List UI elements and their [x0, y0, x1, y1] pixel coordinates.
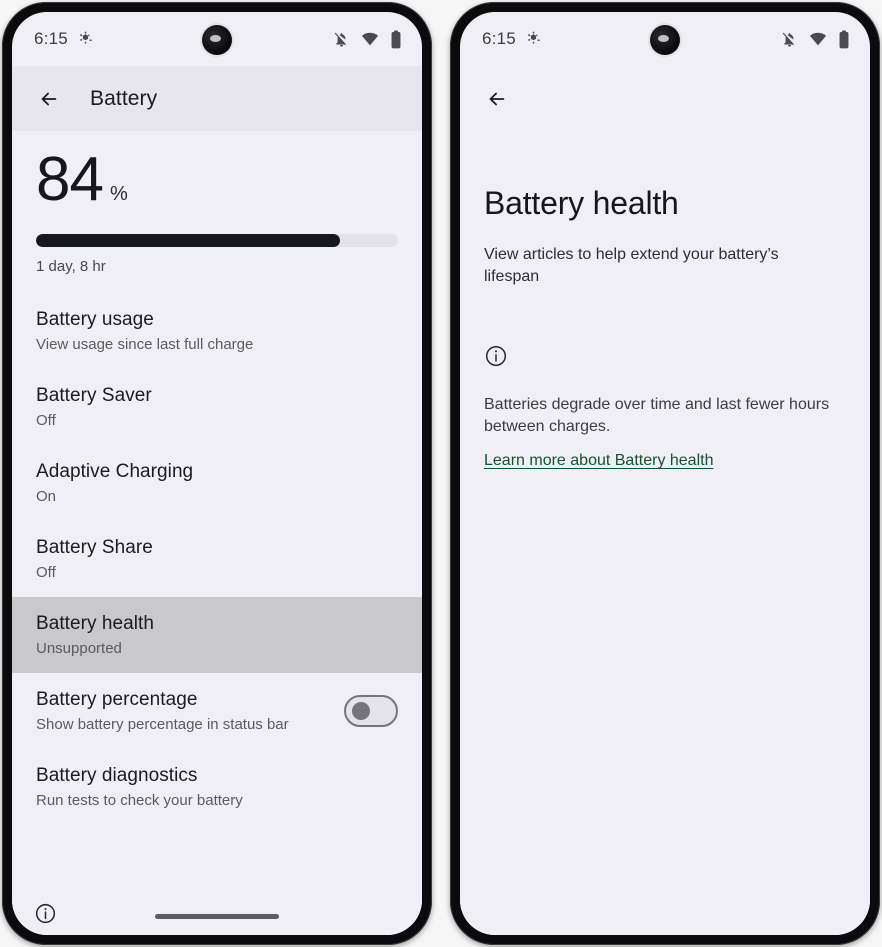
- screenshot-stage: 6:15 Battery 84 % 1 day, 8 hr Battery us…: [0, 0, 882, 947]
- battery-icon: [838, 29, 850, 49]
- bottom-bar-left: [12, 891, 422, 935]
- home-gesture-bar[interactable]: [155, 914, 279, 919]
- info-icon: [484, 344, 508, 368]
- list-item-subtitle: On: [36, 487, 57, 505]
- info-body-text: Batteries degrade over time and last few…: [484, 396, 830, 436]
- list-item[interactable]: Adaptive Charging On: [12, 445, 422, 521]
- list-item-text: Battery Share Off: [36, 537, 398, 581]
- list-item-title: Battery Saver: [36, 384, 152, 406]
- list-item[interactable]: Battery usage View usage since last full …: [12, 293, 422, 369]
- info-icon[interactable]: [34, 902, 57, 925]
- screen-battery-health: 6:15 Battery health View articles to hel…: [460, 12, 870, 935]
- wifi-icon: [809, 30, 827, 48]
- list-item-text: Adaptive Charging On: [36, 461, 398, 505]
- info-section: Batteries degrade over time and last few…: [484, 344, 846, 470]
- list-item-text: Battery usage View usage since last full …: [36, 309, 398, 353]
- app-bar-battery-health: [460, 66, 870, 131]
- battery-level-hero: 84 % 1 day, 8 hr: [12, 131, 422, 275]
- list-item-text: Battery diagnostics Run tests to check yo…: [36, 765, 398, 809]
- front-camera-icon: [650, 25, 680, 55]
- battery-progress-fill: [36, 234, 341, 247]
- list-item-title: Battery percentage: [36, 688, 198, 710]
- status-bar-left-group: 6:15: [482, 29, 541, 49]
- list-item-text: Battery Saver Off: [36, 385, 398, 429]
- status-bar-right-group: [333, 29, 402, 49]
- list-item-subtitle: Show battery percentage in status bar: [36, 715, 289, 733]
- list-item-title: Battery usage: [36, 308, 154, 330]
- list-item-subtitle: Off: [36, 563, 56, 581]
- list-item-title: Battery health: [36, 612, 154, 634]
- toggle-knob: [352, 701, 370, 720]
- list-item[interactable]: Battery diagnostics Run tests to check yo…: [12, 749, 422, 825]
- battery-health-subheading: View articles to help extend your batter…: [484, 246, 779, 286]
- back-arrow-icon[interactable]: [34, 84, 64, 114]
- battery-percentage-display: 84 %: [36, 149, 398, 211]
- status-bar-right-group: [781, 29, 850, 49]
- list-item[interactable]: Battery percentage Show battery percentag…: [12, 673, 422, 749]
- list-item-subtitle: Unsupported: [36, 639, 122, 657]
- list-item-title: Battery diagnostics: [36, 764, 198, 786]
- battery-icon: [390, 29, 402, 49]
- list-item[interactable]: Battery Share Off: [12, 521, 422, 597]
- learn-more-link[interactable]: Learn more about Battery health: [484, 452, 713, 470]
- snowflake-icon: [78, 30, 93, 48]
- battery-settings-list: Battery usage View usage since last full …: [12, 293, 422, 825]
- phone-left: 6:15 Battery 84 % 1 day, 8 hr Battery us…: [2, 2, 432, 945]
- phone-right: 6:15 Battery health View articles to hel…: [450, 2, 880, 945]
- screen-battery-settings: 6:15 Battery 84 % 1 day, 8 hr Battery us…: [12, 12, 422, 935]
- list-item-title: Adaptive Charging: [36, 460, 194, 482]
- percent-sign: %: [109, 183, 128, 205]
- status-bar-left-group: 6:15: [34, 29, 93, 49]
- app-bar-battery: Battery: [12, 66, 422, 131]
- battery-progress-track: [36, 234, 398, 247]
- ringer-muted-icon: [333, 31, 350, 48]
- status-time: 6:15: [34, 29, 68, 48]
- page-title: Battery: [90, 86, 158, 110]
- battery-time-remaining: 1 day, 8 hr: [36, 258, 106, 275]
- list-item-text: Battery health Unsupported: [36, 613, 398, 657]
- list-item[interactable]: Battery health Unsupported: [12, 597, 422, 673]
- battery-content: 84 % 1 day, 8 hr Battery usage View usage…: [12, 131, 422, 935]
- list-item-text: Battery percentage Show battery percentag…: [36, 689, 332, 733]
- back-arrow-icon[interactable]: [482, 84, 512, 114]
- battery-percent-value: 84: [36, 145, 104, 214]
- status-time: 6:15: [482, 29, 516, 48]
- list-item-title: Battery Share: [36, 536, 153, 558]
- front-camera-icon: [202, 25, 232, 55]
- snowflake-icon: [526, 30, 541, 48]
- list-item-subtitle: View usage since last full charge: [36, 335, 254, 353]
- battery-percentage-toggle[interactable]: [344, 694, 398, 727]
- list-item[interactable]: Battery Saver Off: [12, 369, 422, 445]
- list-item-subtitle: Off: [36, 411, 56, 429]
- battery-health-heading: Battery health: [484, 185, 679, 221]
- ringer-muted-icon: [781, 31, 798, 48]
- list-item-subtitle: Run tests to check your battery: [36, 791, 243, 809]
- wifi-icon: [361, 30, 379, 48]
- battery-health-content: Battery health View articles to help ext…: [460, 185, 870, 935]
